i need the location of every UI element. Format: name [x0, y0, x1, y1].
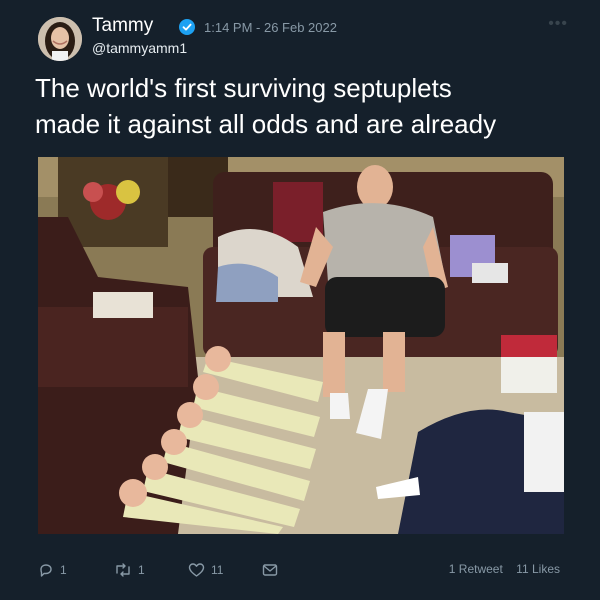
- reply-count: 1: [60, 563, 67, 577]
- tweet-photo[interactable]: [38, 157, 564, 534]
- reply-button[interactable]: 1: [38, 558, 67, 582]
- tweet-header: Tammy 1:14 PM - 26 Feb 2022 @tammyamm1 •…: [38, 13, 568, 63]
- likes-number[interactable]: 11: [516, 562, 528, 576]
- like-count: 11: [211, 563, 224, 577]
- tweet-photo-icon: [38, 157, 564, 534]
- tweet-actions: 1 1 11 1 Retweet 11 Likes: [38, 558, 564, 582]
- tweet-timestamp[interactable]: 1:14 PM - 26 Feb 2022: [204, 20, 337, 35]
- verified-badge-icon: [179, 19, 195, 35]
- mail-icon: [262, 564, 278, 576]
- author-name[interactable]: Tammy: [92, 15, 153, 37]
- avatar[interactable]: [38, 17, 82, 61]
- engagement-stats: 1 Retweet 11 Likes: [449, 562, 560, 576]
- share-button[interactable]: [262, 558, 278, 582]
- tweet-text: The world's first surviving septuplets m…: [35, 70, 575, 142]
- tweet-text-line: made it against all odds and are already: [35, 109, 497, 139]
- retweets-number[interactable]: 1: [449, 562, 456, 576]
- retweets-label[interactable]: Retweet: [459, 562, 503, 576]
- tweet-text-line: The world's first surviving septuplets: [35, 73, 452, 103]
- likes-label[interactable]: Likes: [532, 562, 560, 576]
- retweet-button[interactable]: 1: [114, 558, 145, 582]
- more-dots-icon[interactable]: •••: [548, 15, 568, 33]
- retweet-count: 1: [138, 563, 145, 577]
- retweet-icon: [116, 563, 130, 577]
- like-button[interactable]: 11: [188, 558, 223, 582]
- reply-icon: [40, 564, 52, 577]
- author-handle[interactable]: @tammyamm1: [92, 40, 187, 56]
- profile-photo-icon: [38, 17, 82, 61]
- heart-icon: [188, 563, 205, 577]
